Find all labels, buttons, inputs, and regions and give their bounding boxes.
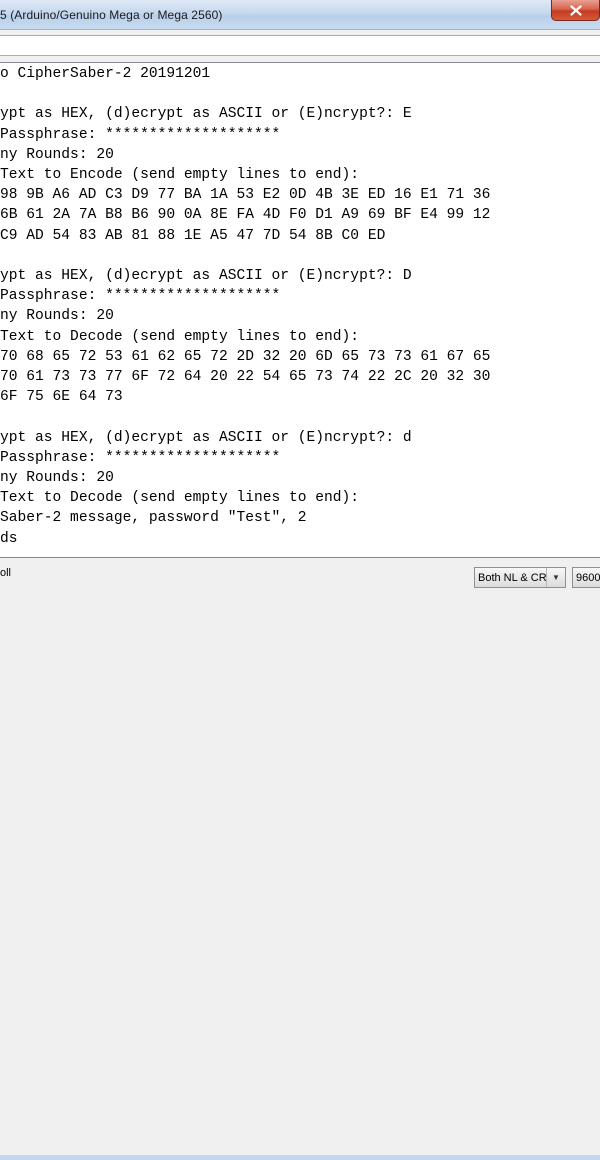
output-line: ny Rounds: 20	[0, 470, 114, 486]
title-bar: 5 (Arduino/Genuino Mega or Mega 2560)	[0, 0, 600, 30]
output-line: 6F 75 6E 64 73	[0, 389, 123, 406]
output-line: Text to Encode (send empty lines to end)…	[0, 167, 360, 183]
serial-input[interactable]	[0, 35, 600, 56]
chevron-down-icon: ▼	[546, 568, 565, 587]
output-line: ny Rounds: 20	[0, 146, 114, 163]
output-line: ypt as HEX, (d)ecrypt as ASCII or (E)ncr…	[0, 429, 412, 446]
line-ending-value: Both NL & CR	[478, 571, 547, 584]
output-line: Text to Decode (send empty lines to end)…	[0, 490, 360, 507]
output-line: Text to Decode (send empty lines to end)…	[0, 328, 360, 345]
output-line: ds	[0, 530, 18, 547]
output-line: 70 68 65 72 53 61 62 65 72 2D 32 20 6D 6…	[0, 348, 491, 365]
autoscroll-label[interactable]: oll	[0, 567, 11, 579]
serial-output[interactable]: o CipherSaber-2 20191201 ypt as HEX, (d)e…	[0, 62, 600, 558]
output-line: o CipherSaber-2 20191201	[0, 66, 211, 82]
output-line: 98 9B A6 AD C3 D9 77 BA 1A 53 E2 0D 4B 3…	[0, 187, 491, 204]
close-icon	[569, 4, 582, 16]
output-line: Passphrase: ********************	[0, 126, 281, 143]
output-line: C9 AD 54 83 AB 81 88 1E A5 47 7D 54 8B C…	[0, 227, 386, 244]
output-line: 70 61 73 73 77 6F 72 64 20 22 54 65 73 7…	[0, 369, 491, 385]
output-line: Passphrase: ********************	[0, 449, 281, 466]
close-button[interactable]	[551, 0, 600, 21]
window-bottom-border	[0, 1155, 600, 1160]
status-bar: oll Both NL & CR ▼ 9600	[0, 560, 600, 1160]
output-line: ny Rounds: 20	[0, 308, 114, 325]
line-ending-select[interactable]: Both NL & CR ▼	[474, 567, 566, 588]
baud-rate-value: 9600	[576, 571, 600, 584]
output-line: 6B 61 2A 7A B8 B6 90 0A 8E FA 4D F0 D1 A…	[0, 207, 491, 224]
output-line: ypt as HEX, (d)ecrypt as ASCII or (E)ncr…	[0, 106, 412, 123]
baud-rate-select[interactable]: 9600	[572, 567, 600, 588]
output-line: Saber-2 message, password "Test", 2	[0, 510, 307, 527]
output-line: Passphrase: ********************	[0, 288, 281, 305]
input-bar	[0, 30, 600, 62]
output-line: ypt as HEX, (d)ecrypt as ASCII or (E)ncr…	[0, 268, 412, 284]
window-title: 5 (Arduino/Genuino Mega or Mega 2560)	[0, 8, 223, 22]
